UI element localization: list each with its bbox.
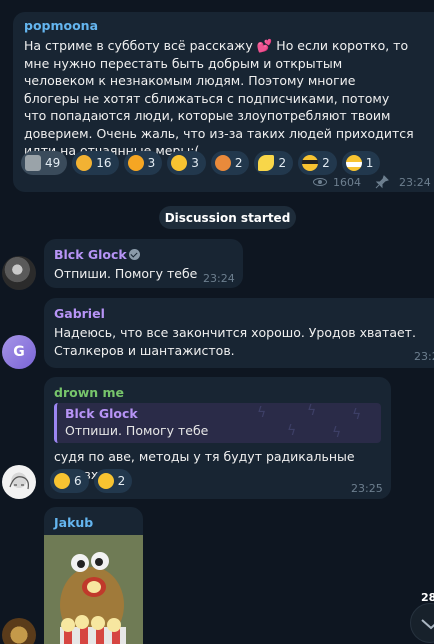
grimacing-face-icon	[345, 155, 362, 171]
scroll-down-button[interactable]	[410, 603, 434, 643]
message-text: Надеюсь, что все закончится хорошо. Урод…	[54, 324, 434, 359]
reply-quote[interactable]: ϟ ϟ ϟ ϟ ϟ Blck Glock Отпиши. Помогу тебе	[54, 403, 381, 443]
bolt-pattern-icon: ϟ	[307, 403, 317, 419]
reaction-face-with-hearts[interactable]: 3	[123, 151, 163, 175]
grinning-face-icon	[54, 473, 70, 489]
message-time: 23:25	[351, 482, 383, 495]
reaction-count: 2	[322, 156, 330, 170]
post-footer: 1604 23:24	[313, 175, 434, 189]
sticker-image[interactable]	[44, 535, 143, 644]
message-jakub: Jakub	[44, 507, 143, 644]
views-count: 1604	[333, 175, 361, 189]
face-with-hearts-icon	[127, 155, 144, 171]
message-author[interactable]: drown me	[54, 385, 124, 400]
reaction-sunglasses-face[interactable]: 2	[298, 151, 337, 175]
message-drown-me: drown me ϟ ϟ ϟ ϟ ϟ Blck Glock Отпиши. По…	[44, 377, 391, 499]
reaction-count: 2	[234, 156, 243, 170]
pinching-hand-icon	[76, 155, 93, 171]
post-text: На стриме в субботу всё расскажу 💕 Но ес…	[24, 38, 414, 158]
exploding-head-icon	[214, 155, 231, 171]
post-author[interactable]: popmoona	[24, 18, 98, 33]
avatar-gabriel[interactable]: G	[2, 335, 36, 369]
reaction-thinking-face[interactable]: 3	[167, 151, 206, 175]
reaction-rolling-laughing-face[interactable]: 2	[93, 469, 133, 493]
verified-badge-icon	[128, 249, 140, 260]
sketch-face-icon	[9, 476, 29, 490]
service-text: Discussion started	[164, 210, 291, 225]
bolt-pattern-icon: ϟ	[287, 423, 297, 439]
message-gabriel: Gabriel Надеюсь, что все закончится хоро…	[44, 298, 434, 368]
author-name: Blck Glock	[54, 247, 127, 262]
discussion-started-label: Discussion started	[159, 206, 296, 229]
message-author[interactable]: Gabriel	[54, 306, 105, 321]
thinking-face-icon	[171, 155, 188, 171]
reaction-banana[interactable]: 2	[254, 151, 294, 175]
reaction-grimacing-face[interactable]: 1	[341, 151, 381, 175]
reaction-grinning-face[interactable]: 6	[50, 469, 89, 493]
reaction-count: 16	[96, 156, 112, 170]
popcorn-sticker-icon	[44, 535, 143, 644]
post-reactions: 49 16 3 3 2 2 2 1	[21, 151, 381, 175]
message-blck-glock: Blck Glock Отпиши. Помогу тебе 23:24	[44, 239, 243, 288]
reaction-exploding-head[interactable]: 2	[210, 151, 250, 175]
sunglasses-face-icon	[302, 155, 319, 171]
message-time: 23:2	[414, 350, 434, 363]
avatar-blck-glock[interactable]	[2, 256, 36, 290]
banana-icon	[258, 155, 275, 171]
reaction-count: 2	[278, 156, 287, 170]
reaction-pinching-hand[interactable]: 16	[72, 151, 119, 175]
post-time: 23:24	[399, 175, 431, 189]
message-author[interactable]: Blck Glock	[54, 247, 140, 262]
rolling-laughing-face-icon	[97, 473, 114, 489]
reply-author: Blck Glock	[65, 406, 138, 421]
avatar-letter: G	[13, 344, 25, 360]
reaction-count: 3	[191, 156, 199, 170]
avatar-drown-me[interactable]	[2, 465, 36, 499]
message-reactions: 6 2	[50, 469, 133, 493]
reaction-count: 3	[147, 156, 156, 170]
pin-icon	[375, 175, 389, 189]
moai-icon	[25, 155, 41, 171]
unread-count-badge: 28	[421, 591, 434, 604]
views-eye-icon	[313, 178, 327, 186]
bolt-pattern-icon: ϟ	[332, 425, 342, 441]
message-author[interactable]: Jakub	[54, 515, 93, 530]
message-text: Отпиши. Помогу тебе	[54, 266, 198, 281]
reaction-count: 6	[74, 474, 82, 488]
message-text-line: Сталкеров и шантажистов.	[54, 342, 235, 358]
reaction-count: 2	[117, 474, 126, 488]
message-text-line: Надеюсь, что все закончится хорошо. Урод…	[54, 325, 416, 340]
reaction-moai[interactable]: 49	[21, 151, 68, 175]
chevron-down-icon	[421, 619, 434, 630]
channel-post: popmoona На стриме в субботу всё расскаж…	[13, 12, 434, 192]
message-time: 23:24	[203, 272, 235, 285]
reply-text: Отпиши. Помогу тебе	[65, 423, 209, 438]
bolt-pattern-icon: ϟ	[352, 407, 362, 423]
reaction-count: 1	[365, 156, 374, 170]
avatar-jakub[interactable]	[2, 618, 36, 644]
reaction-count: 49	[45, 156, 61, 170]
bolt-pattern-icon: ϟ	[257, 405, 267, 421]
